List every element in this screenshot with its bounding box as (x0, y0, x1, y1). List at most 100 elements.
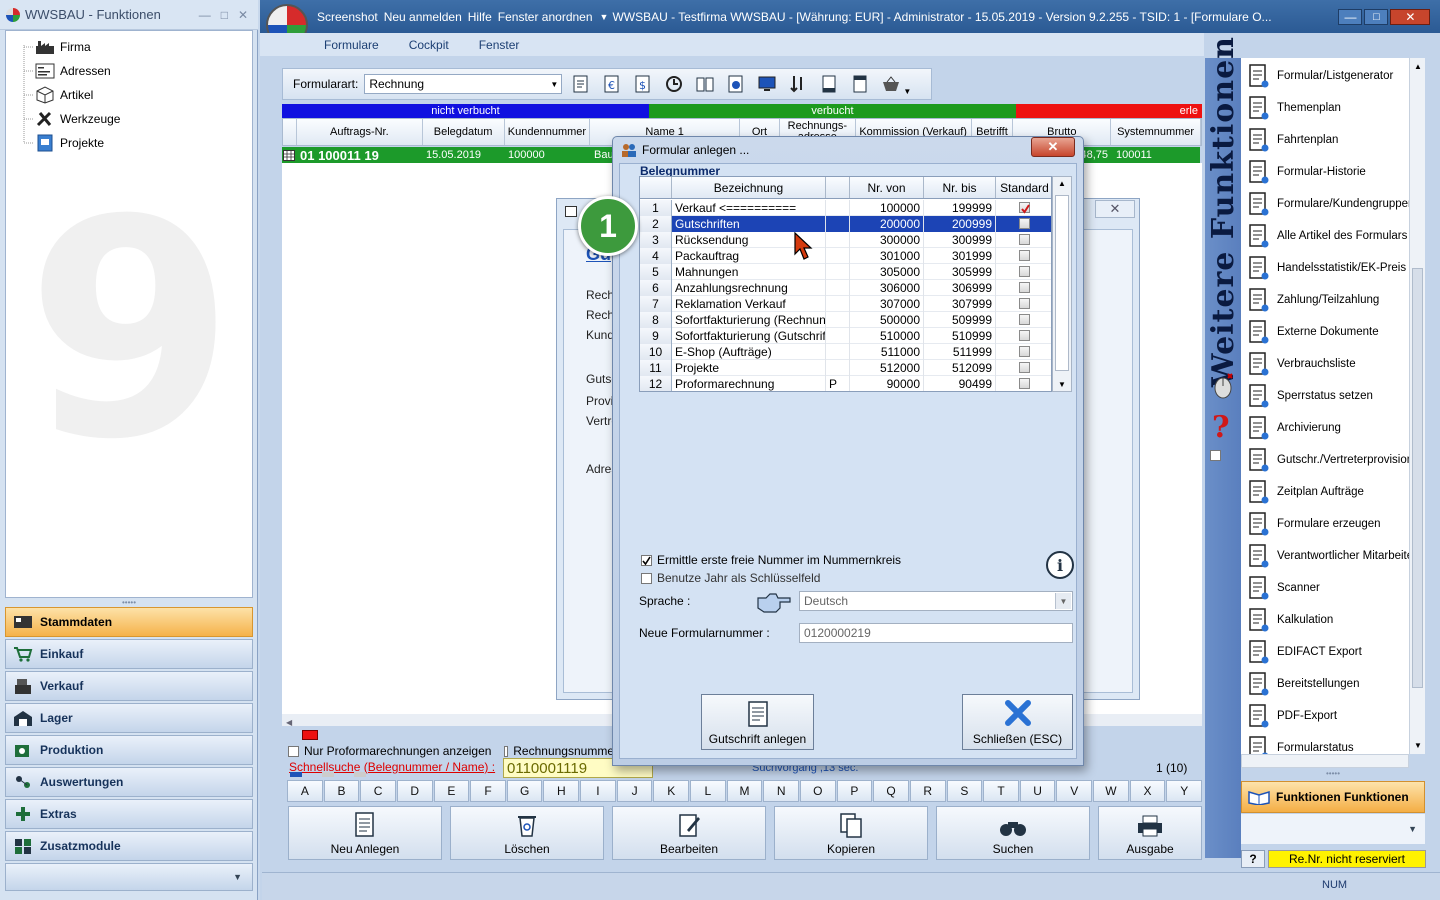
splitter-handle[interactable]: ••••• (5, 599, 253, 607)
maximize-icon[interactable]: □ (221, 8, 228, 22)
close-icon[interactable]: ✕ (1031, 137, 1075, 157)
function-item-formularstatus[interactable]: Formularstatus (1245, 734, 1354, 754)
menu-formulare[interactable]: Formulare (324, 38, 379, 52)
checkbox-icon[interactable] (641, 572, 652, 584)
panel-top-icon[interactable] (848, 72, 872, 96)
dropdown-icon[interactable]: ▼ (600, 12, 609, 22)
loeschen-button[interactable]: Löschen (450, 806, 604, 860)
letter-filter-r[interactable]: R (909, 780, 946, 802)
list-scrollbar[interactable]: ▲ ▼ (1409, 58, 1425, 754)
function-item-gutschr-vertreterprovision[interactable]: Gutschr./Vertreterprovision (1245, 446, 1409, 474)
function-item-handelsstatistik-ek-preis[interactable]: Handelsstatistik/EK-Preis (1245, 254, 1406, 282)
letter-filter-o[interactable]: O (799, 780, 836, 802)
table-row[interactable]: 6 Anzahlungsrechnung 306000 306999 (640, 279, 1051, 296)
function-item-verantwortlicher-mitarbeiter[interactable]: Verantwortlicher Mitarbeiter (1245, 542, 1409, 570)
menu-screenshot[interactable]: Screenshot (314, 10, 381, 24)
standard-checkbox-icon[interactable] (1019, 346, 1030, 357)
monitor-icon[interactable] (755, 72, 779, 96)
letter-filter-k[interactable]: K (653, 780, 690, 802)
scroll-up-icon[interactable]: ▲ (1058, 179, 1066, 188)
letter-filter-h[interactable]: H (543, 780, 580, 802)
table-row[interactable]: 5 Mahnungen 305000 305999 (640, 263, 1051, 280)
function-item-themenplan[interactable]: Themenplan (1245, 94, 1341, 122)
dollar-doc-icon[interactable]: $ (631, 72, 655, 96)
tree-item-firma[interactable]: Firma (34, 35, 91, 59)
suchen-button[interactable]: Suchen (936, 806, 1090, 860)
scroll-thumb[interactable] (1412, 268, 1423, 688)
cell-std[interactable] (996, 264, 1051, 280)
cell-std[interactable] (996, 360, 1051, 376)
function-item-alle-artikel-des-formulars[interactable]: Alle Artikel des Formulars (1245, 222, 1407, 250)
standard-checkbox-icon[interactable] (1019, 234, 1030, 245)
help-question-icon[interactable]: ? (1212, 410, 1230, 445)
list-hscrollbar[interactable] (1241, 754, 1409, 768)
letter-filter-y[interactable]: Y (1166, 780, 1203, 802)
checkbox-icon[interactable] (288, 745, 299, 757)
history-icon[interactable] (662, 72, 686, 96)
help-button[interactable]: ? (1241, 850, 1265, 868)
function-item-verbrauchsliste[interactable]: Verbrauchsliste (1245, 350, 1356, 378)
proforma-checkbox[interactable]: Nur Proformarechnungen anzeigen (288, 744, 491, 758)
nav-expand-arrow[interactable]: ▼ (5, 863, 253, 891)
funktionen-button[interactable]: Funktionen Funktionen (1241, 781, 1425, 813)
table-row[interactable]: 12 Proformarechnung P 90000 90499 (640, 375, 1051, 392)
letter-filter-e[interactable]: E (433, 780, 470, 802)
standard-checkbox-icon[interactable] (1019, 266, 1030, 277)
standard-checkbox-icon[interactable] (1019, 378, 1030, 389)
letter-filter-p[interactable]: P (836, 780, 873, 802)
cell-std[interactable] (996, 215, 1051, 232)
schliessen-button[interactable]: Schließen (ESC) (962, 694, 1073, 750)
bearbeiten-button[interactable]: Bearbeiten (612, 806, 766, 860)
standard-checkbox-icon[interactable] (1019, 330, 1030, 341)
table-row[interactable]: 3 Rücksendung 300000 300999 (640, 231, 1051, 248)
jahr-schluessel-checkbox[interactable]: Benutze Jahr als Schlüsselfeld (641, 571, 820, 585)
nav-auswertungen[interactable]: Auswertungen (5, 767, 253, 797)
close-icon[interactable]: ✕ (1095, 200, 1135, 218)
cell-std[interactable] (996, 312, 1051, 328)
letter-filter-t[interactable]: T (983, 780, 1019, 802)
function-item-formular-historie[interactable]: Formular-Historie (1245, 158, 1366, 186)
sprache-select[interactable]: Deutsch ▼ (799, 591, 1073, 611)
euro-doc-icon[interactable]: € (600, 72, 624, 96)
letter-filter-b[interactable]: B (323, 780, 360, 802)
letter-filter-g[interactable]: G (506, 780, 543, 802)
nav-stammdaten[interactable]: Stammdaten (5, 607, 253, 637)
band-nicht-verbucht[interactable]: nicht verbucht (282, 104, 649, 118)
kopieren-button[interactable]: Kopieren (774, 806, 928, 860)
function-item-formular-listgenerator[interactable]: Formular/Listgenerator (1245, 62, 1393, 90)
cell-std[interactable] (996, 344, 1051, 360)
function-item-bereitstellungen[interactable]: Bereitstellungen (1245, 670, 1359, 698)
cell-std[interactable] (996, 296, 1051, 312)
function-item-kalkulation[interactable]: Kalkulation (1245, 606, 1333, 634)
ausgabe-button[interactable]: Ausgabe (1098, 806, 1202, 860)
menu-cockpit[interactable]: Cockpit (409, 38, 449, 52)
checkbox-icon[interactable] (504, 745, 509, 757)
letter-filter-i[interactable]: I (580, 780, 616, 802)
cell-std[interactable] (996, 376, 1051, 392)
forms-icon[interactable] (569, 72, 593, 96)
letter-filter-v[interactable]: V (1056, 780, 1093, 802)
mouse-icon[interactable] (1210, 370, 1236, 400)
standard-checkbox-icon[interactable] (1019, 250, 1030, 261)
tree-item-werkzeuge[interactable]: Werkzeuge (34, 107, 120, 131)
nav-verkauf[interactable]: Verkauf (5, 671, 253, 701)
toolbar-overflow-icon[interactable]: ▼ (903, 87, 911, 96)
panel-checkbox[interactable] (1210, 450, 1221, 462)
nav-lager[interactable]: Lager (5, 703, 253, 733)
formularart-select[interactable]: Rechnung ▼ (364, 74, 563, 94)
letter-filter-f[interactable]: F (470, 780, 506, 802)
col-belegdatum[interactable]: Belegdatum (423, 119, 505, 145)
info-doc-icon[interactable] (724, 72, 748, 96)
panel-expand-arrow[interactable]: ▼ (1241, 814, 1425, 844)
table-row[interactable]: 4 Packauftrag 301000 301999 (640, 247, 1051, 264)
standard-checkbox-icon[interactable] (1019, 298, 1030, 309)
standard-checkbox-icon[interactable] (1019, 202, 1030, 214)
basket-icon[interactable] (879, 72, 903, 96)
function-item-formulare-erzeugen[interactable]: Formulare erzeugen (1245, 510, 1381, 538)
tree-item-artikel[interactable]: Artikel (34, 83, 93, 107)
cell-std[interactable] (996, 232, 1051, 248)
maximize-icon[interactable]: □ (1364, 8, 1389, 25)
letter-filter-c[interactable]: C (360, 780, 396, 802)
standard-checkbox-icon[interactable] (1019, 314, 1030, 325)
minimize-icon[interactable]: — (199, 8, 211, 22)
